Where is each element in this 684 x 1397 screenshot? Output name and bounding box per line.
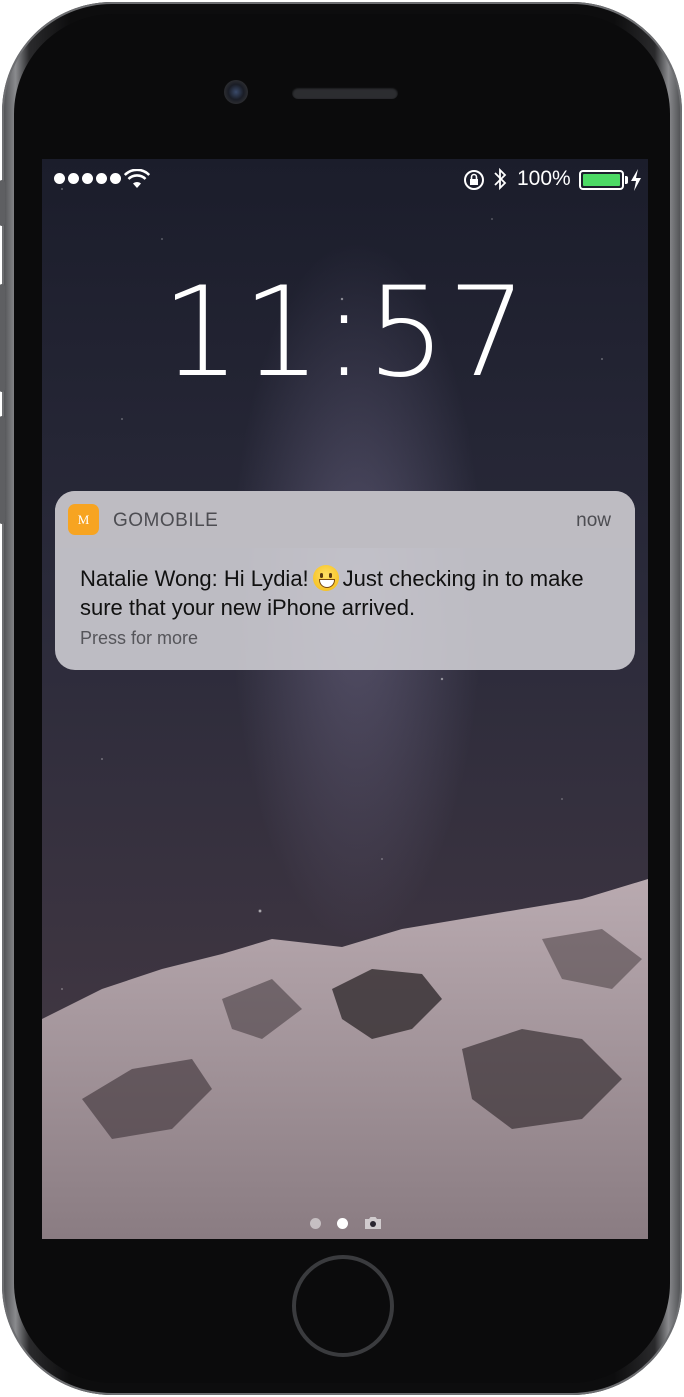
home-button[interactable] xyxy=(292,1255,394,1357)
notification-card[interactable]: M GOMOBILE now Natalie Wong: Hi Lydia! Ju… xyxy=(55,491,635,670)
volume-down-button xyxy=(0,416,5,524)
bluetooth-icon xyxy=(494,167,507,191)
camera-icon[interactable] xyxy=(364,1216,382,1230)
message-text-start: Natalie Wong: Hi Lydia! xyxy=(80,566,309,591)
cell-signal-icon xyxy=(54,173,121,184)
notification-app-name: GOMOBILE xyxy=(113,510,219,531)
volume-up-button xyxy=(0,284,5,392)
battery-tip xyxy=(625,176,628,184)
notification-header: M GOMOBILE now xyxy=(55,491,635,548)
grinning-face-icon xyxy=(312,565,339,591)
gomobile-app-icon: M xyxy=(68,504,99,535)
battery-percentage: 100% xyxy=(517,167,571,190)
notification-message: Natalie Wong: Hi Lydia! Just checking in … xyxy=(80,564,620,622)
notification-action-hint: Press for more xyxy=(80,628,199,648)
notification-time: now xyxy=(576,510,611,531)
wifi-icon xyxy=(124,169,150,188)
mute-switch xyxy=(0,180,5,226)
front-camera xyxy=(224,80,248,104)
status-bar: 100% xyxy=(42,159,648,199)
battery-level xyxy=(583,174,620,186)
iphone-device: 100% 11:57 M GOMOBILE now Natalie Wong: … xyxy=(0,2,682,1395)
charging-bolt-icon xyxy=(631,169,641,191)
rotation-lock-icon xyxy=(464,170,484,190)
page-dot-active xyxy=(337,1217,348,1229)
battery-icon xyxy=(579,170,624,190)
earpiece-speaker xyxy=(292,87,398,99)
lock-screen-clock: 11:57 xyxy=(161,261,529,405)
page-dot xyxy=(310,1217,321,1229)
lock-screen[interactable]: 100% 11:57 M GOMOBILE now Natalie Wong: … xyxy=(42,159,648,1239)
page-indicator xyxy=(310,1216,382,1230)
wallpaper-mountain xyxy=(42,879,648,1239)
